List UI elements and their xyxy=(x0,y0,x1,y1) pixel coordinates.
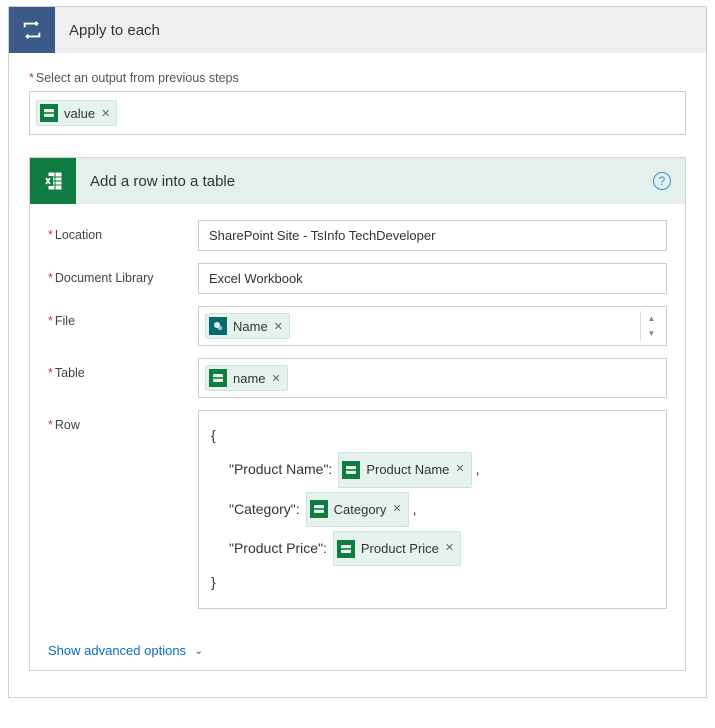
token-label: Category xyxy=(334,496,387,523)
input-table[interactable]: name ✕ xyxy=(198,358,667,398)
card-body: *Select an output from previous steps va… xyxy=(9,53,706,697)
token-remove-icon[interactable]: ✕ xyxy=(274,320,283,333)
row-entry: "Category": Category ✕ , xyxy=(211,490,654,529)
row-entry: "Product Price": Product Price ✕ xyxy=(211,529,654,568)
action-header[interactable]: Add a row into a table ? xyxy=(30,158,685,204)
output-input[interactable]: value ✕ xyxy=(29,91,686,135)
card-title: Apply to each xyxy=(55,22,160,39)
row-table: *Table name ✕ xyxy=(48,358,667,398)
row-key: "Product Name": xyxy=(229,455,332,484)
apply-to-each-card: Apply to each *Select an output from pre… xyxy=(8,6,707,698)
excel-icon xyxy=(30,158,76,204)
file-picker-stepper[interactable]: ▲ ▼ xyxy=(640,311,662,341)
token-table-name[interactable]: name ✕ xyxy=(205,365,288,391)
dynamic-content-icon xyxy=(209,369,227,387)
label-file: *File xyxy=(48,306,198,328)
token-product-name[interactable]: Product Name ✕ xyxy=(338,452,471,487)
row-entry: "Product Name": Product Name ✕ , xyxy=(211,450,654,489)
token-label: value xyxy=(64,106,95,121)
row-library: *Document Library xyxy=(48,263,667,294)
token-category[interactable]: Category ✕ xyxy=(306,492,409,527)
input-location[interactable] xyxy=(198,220,667,251)
row-file: *File Name ✕ ▲ xyxy=(48,306,667,346)
label-location: *Location xyxy=(48,220,198,242)
token-value[interactable]: value ✕ xyxy=(36,100,117,126)
chevron-up-icon[interactable]: ▲ xyxy=(641,311,662,326)
input-library[interactable] xyxy=(198,263,667,294)
dynamic-content-icon xyxy=(310,500,328,518)
input-file[interactable]: Name ✕ ▲ ▼ xyxy=(198,306,667,346)
required-star: * xyxy=(29,71,34,85)
help-icon[interactable]: ? xyxy=(653,172,671,190)
token-file-name[interactable]: Name ✕ xyxy=(205,313,290,339)
token-label: Name xyxy=(233,319,268,334)
row-location: *Location xyxy=(48,220,667,251)
token-label: Product Price xyxy=(361,535,439,562)
token-remove-icon[interactable]: ✕ xyxy=(272,372,281,385)
row-close-brace: } xyxy=(211,568,654,597)
token-remove-icon[interactable]: ✕ xyxy=(445,537,454,560)
token-remove-icon[interactable]: ✕ xyxy=(101,107,110,120)
row-key: "Category": xyxy=(229,495,300,524)
output-label: *Select an output from previous steps xyxy=(29,71,686,85)
action-title: Add a row into a table xyxy=(76,173,235,190)
row-row: *Row { "Product Name": Product Name ✕ xyxy=(48,410,667,609)
loop-icon xyxy=(9,7,55,53)
action-body: *Location *Document Library *File xyxy=(30,204,685,670)
label-library: *Document Library xyxy=(48,263,198,285)
dynamic-content-icon xyxy=(40,104,58,122)
input-row[interactable]: { "Product Name": Product Name ✕ , xyxy=(198,410,667,609)
token-remove-icon[interactable]: ✕ xyxy=(392,498,401,521)
show-advanced-options[interactable]: Show advanced options ⌄ xyxy=(48,643,203,658)
row-open-brace: { xyxy=(211,421,654,450)
token-label: name xyxy=(233,371,266,386)
chevron-down-icon[interactable]: ▼ xyxy=(641,326,662,341)
token-remove-icon[interactable]: ✕ xyxy=(455,458,464,481)
row-key: "Product Price": xyxy=(229,534,327,563)
dynamic-content-icon xyxy=(342,461,360,479)
label-table: *Table xyxy=(48,358,198,380)
label-row: *Row xyxy=(48,410,198,432)
dynamic-content-icon xyxy=(337,540,355,558)
row-trail: , xyxy=(476,455,480,484)
chevron-down-icon: ⌄ xyxy=(194,644,203,657)
add-row-action-card: Add a row into a table ? *Location *Docu… xyxy=(29,157,686,671)
token-label: Product Name xyxy=(366,456,449,483)
sharepoint-icon xyxy=(209,317,227,335)
card-header[interactable]: Apply to each xyxy=(9,7,706,53)
token-product-price[interactable]: Product Price ✕ xyxy=(333,531,461,566)
row-trail: , xyxy=(413,495,417,524)
